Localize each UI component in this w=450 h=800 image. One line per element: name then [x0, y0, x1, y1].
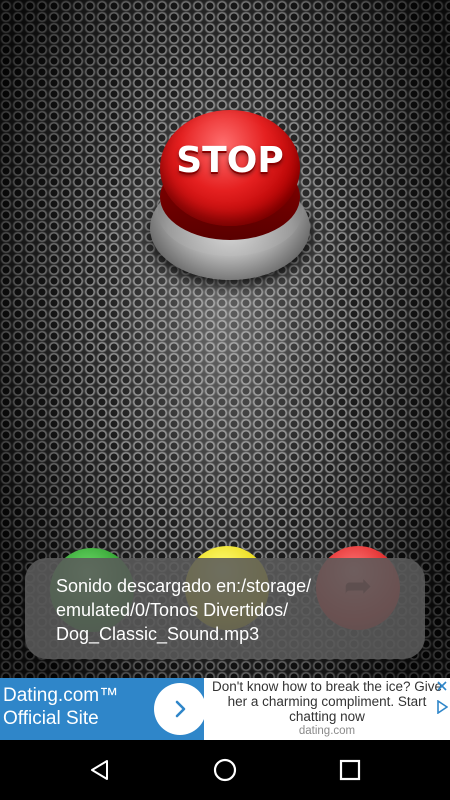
system-nav-bar [0, 740, 450, 800]
ad-message-panel[interactable]: Don't know how to break the ice? Give he… [204, 678, 450, 740]
recents-icon [339, 759, 361, 781]
adchoices-icon[interactable] [436, 700, 448, 714]
ad-message-line: Don't know how to break the ice? Give [212, 679, 442, 694]
download-toast: Sonido descargado en:/storage/ emulated/… [25, 558, 425, 659]
ad-brand-line: Official Site [3, 708, 99, 729]
ad-domain: dating.com [298, 725, 356, 737]
ad-message-line: chatting now [289, 709, 365, 724]
home-icon [213, 758, 237, 782]
ad-banner[interactable]: Dating.com™ Official Site Don't know how… [0, 678, 450, 740]
toast-line: emulated/0/Tonos Divertidos/ [56, 600, 289, 620]
chevron-right-icon [175, 700, 186, 718]
home-button[interactable] [209, 754, 241, 786]
back-button[interactable] [84, 754, 116, 786]
ad-brand-line: Dating.com™ [3, 685, 119, 706]
ad-brand[interactable]: Dating.com™ Official Site [3, 684, 118, 730]
back-icon [91, 760, 108, 780]
close-icon[interactable] [436, 680, 448, 692]
toast-line: Dog_Classic_Sound.mp3 [56, 624, 260, 644]
recents-button[interactable] [334, 754, 366, 786]
stop-button[interactable]: STOP [148, 110, 312, 285]
toast-line: Sonido descargado en:/storage/ [56, 576, 312, 596]
ad-message: Don't know how to break the ice? Give he… [204, 679, 450, 739]
stop-button-label: STOP [176, 140, 284, 181]
ad-open-button[interactable] [154, 683, 206, 735]
ad-message-line: her a charming compliment. Start [227, 694, 427, 709]
toast-message: Sonido descargado en:/storage/ emulated/… [56, 574, 376, 646]
